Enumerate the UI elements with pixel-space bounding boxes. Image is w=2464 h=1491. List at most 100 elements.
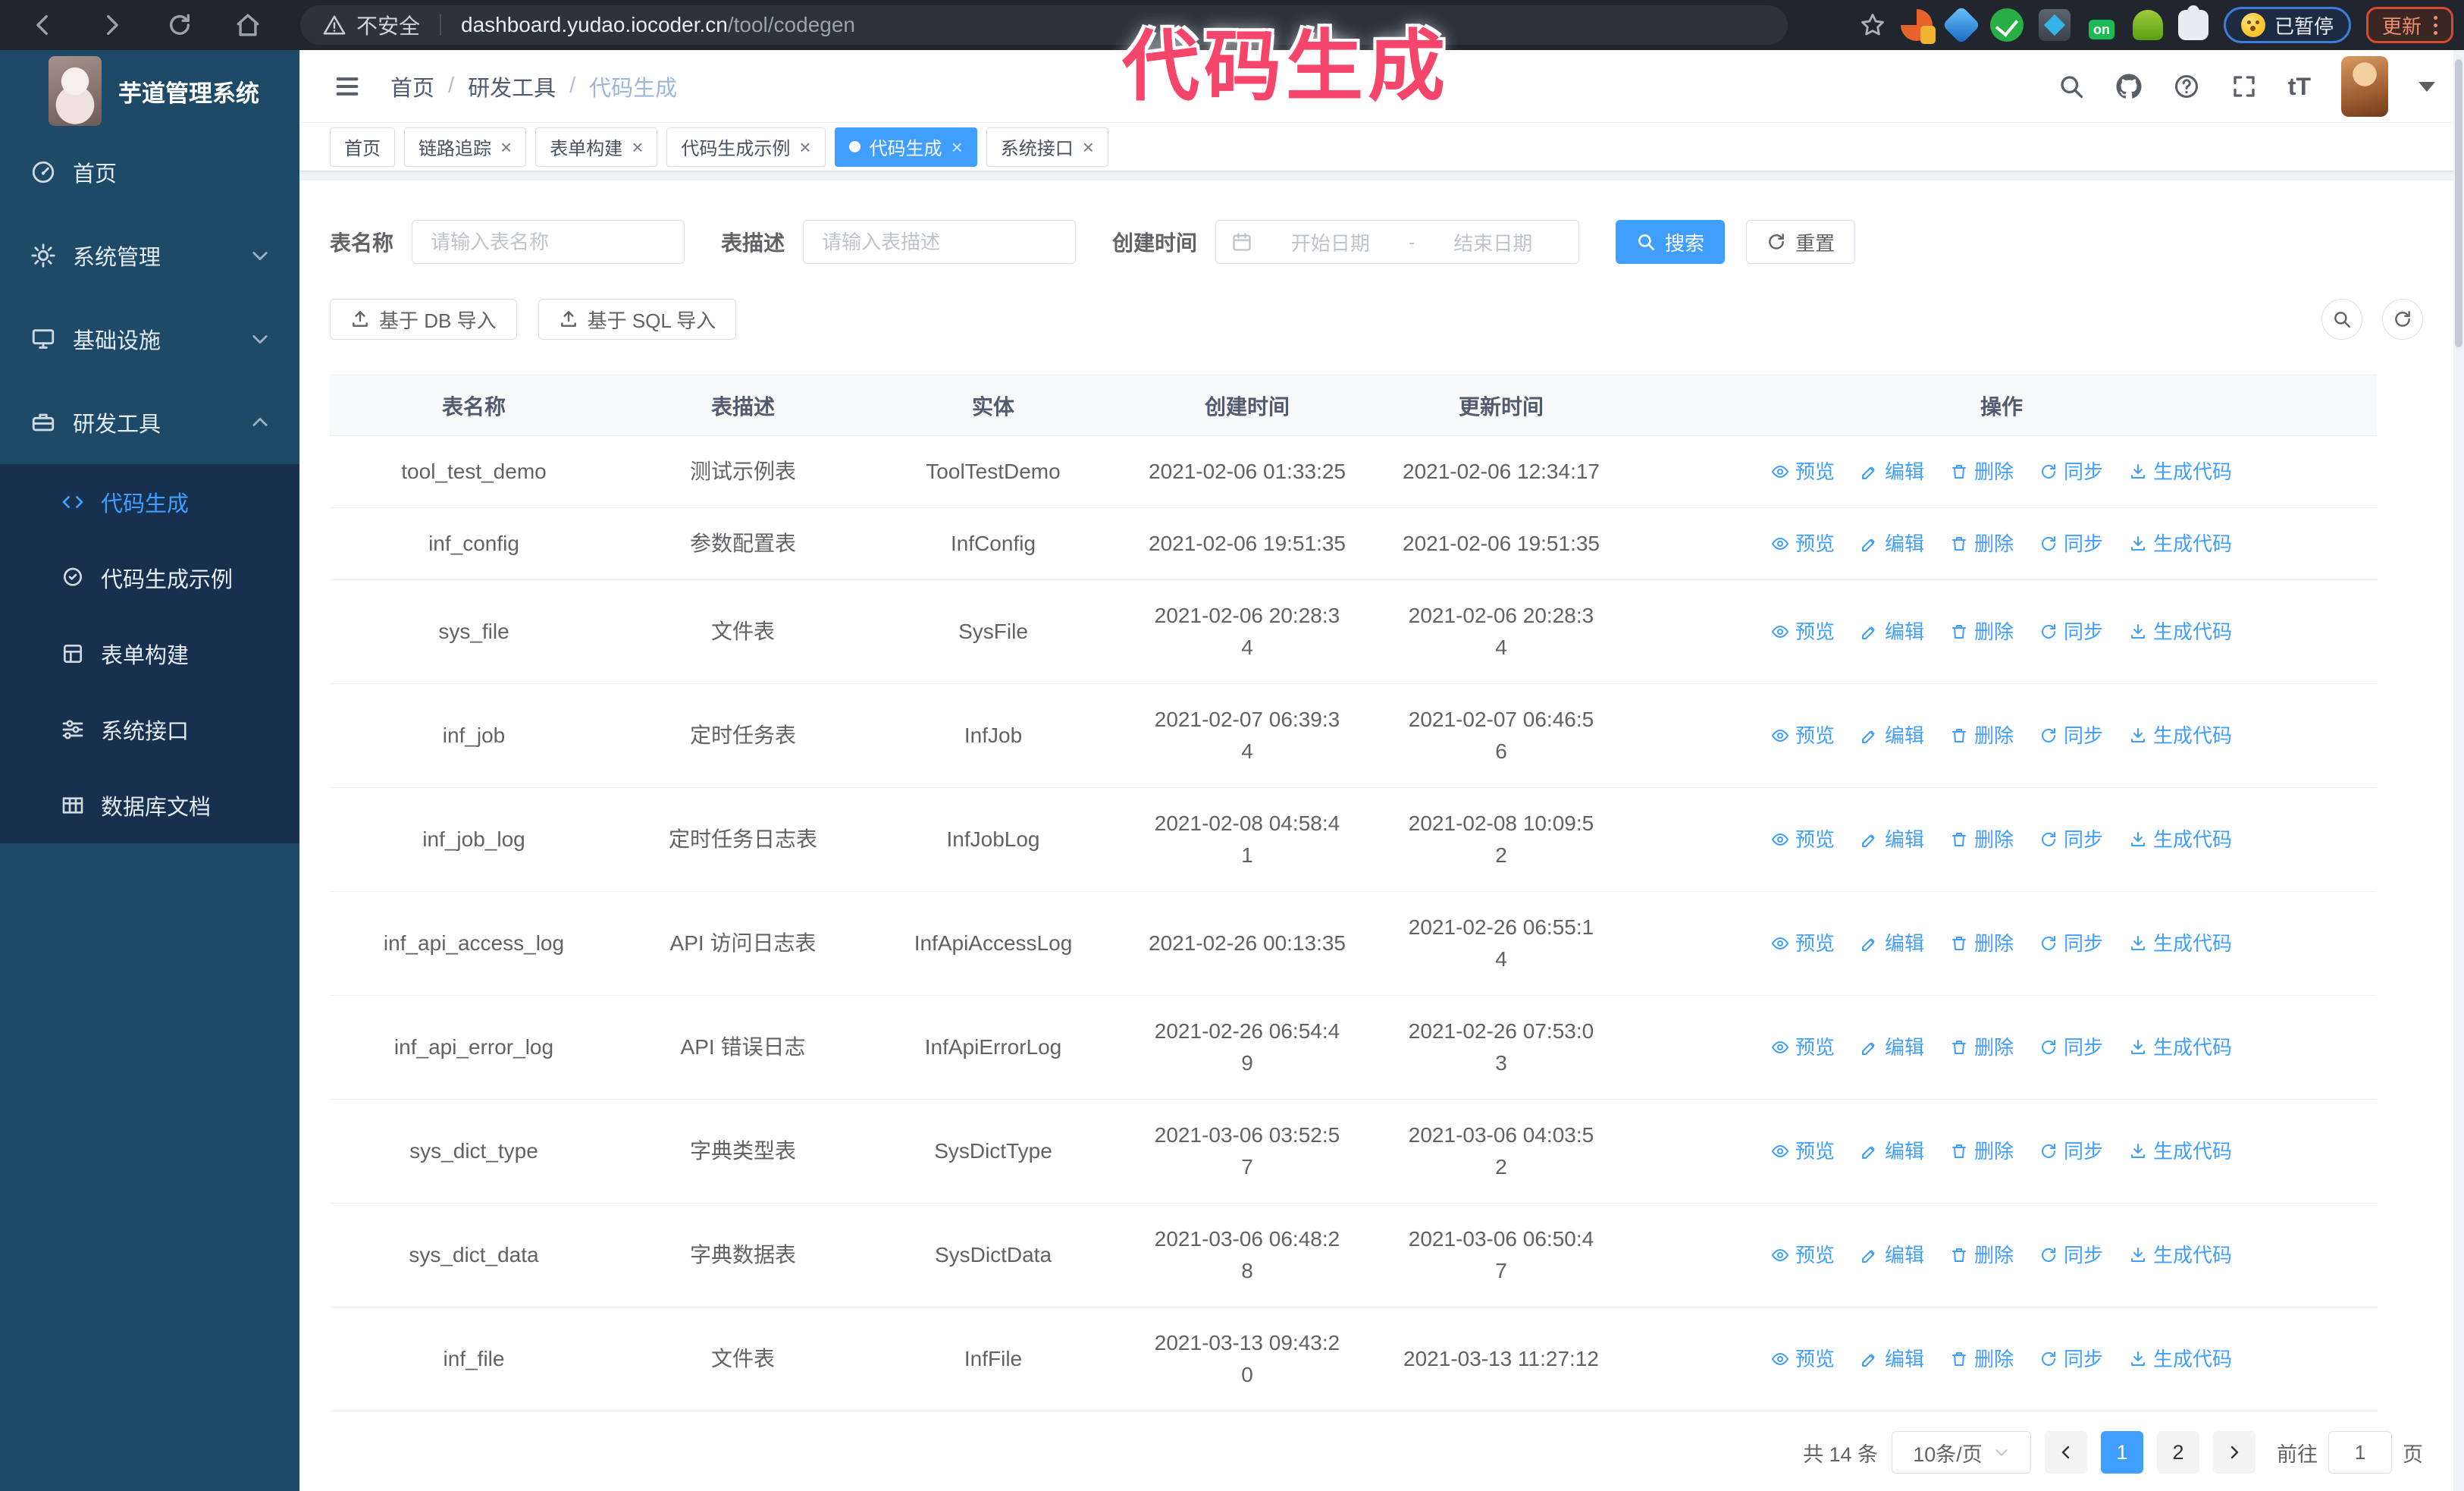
action-删除[interactable]: 删除 bbox=[1950, 929, 2014, 959]
extension-icon[interactable] bbox=[1900, 9, 1936, 44]
action-生成代码[interactable]: 生成代码 bbox=[2129, 825, 2232, 855]
font-size-icon[interactable]: tT bbox=[2288, 73, 2311, 101]
action-同步[interactable]: 同步 bbox=[2039, 1241, 2103, 1270]
tag-链路追踪[interactable]: 链路追踪 × bbox=[404, 127, 527, 167]
table-name-input[interactable] bbox=[412, 220, 685, 264]
page-size-select[interactable]: 10条/页 bbox=[1892, 1431, 2031, 1474]
close-icon[interactable]: × bbox=[500, 137, 512, 157]
action-同步[interactable]: 同步 bbox=[2039, 1345, 2103, 1374]
hamburger-icon[interactable] bbox=[333, 72, 362, 101]
scrollbar-thumb[interactable] bbox=[2455, 59, 2462, 347]
extension-icon[interactable] bbox=[2038, 9, 2071, 41]
github-icon[interactable] bbox=[2115, 73, 2143, 100]
action-预览[interactable]: 预览 bbox=[1771, 929, 1835, 959]
action-生成代码[interactable]: 生成代码 bbox=[2129, 1241, 2232, 1270]
reset-button[interactable]: 重置 bbox=[1746, 220, 1856, 264]
action-同步[interactable]: 同步 bbox=[2039, 457, 2103, 487]
action-生成代码[interactable]: 生成代码 bbox=[2129, 457, 2232, 487]
action-编辑[interactable]: 编辑 bbox=[1861, 457, 1924, 487]
action-预览[interactable]: 预览 bbox=[1771, 1033, 1835, 1063]
user-avatar[interactable] bbox=[2341, 56, 2388, 117]
action-编辑[interactable]: 编辑 bbox=[1861, 1033, 1924, 1063]
date-range-picker[interactable]: 开始日期 - 结束日期 bbox=[1215, 220, 1580, 264]
table-desc-input[interactable] bbox=[803, 220, 1077, 264]
breadcrumb-item[interactable]: 首页 bbox=[390, 71, 434, 102]
tag-表单构建[interactable]: 表单构建 × bbox=[535, 127, 658, 167]
action-删除[interactable]: 删除 bbox=[1950, 1033, 2014, 1063]
extension-icon[interactable] bbox=[2132, 10, 2163, 40]
action-生成代码[interactable]: 生成代码 bbox=[2129, 1033, 2232, 1063]
action-同步[interactable]: 同步 bbox=[2039, 825, 2103, 855]
sidebar-item-infra[interactable]: 基础设施 bbox=[0, 297, 299, 381]
update-button[interactable]: 更新 bbox=[2365, 7, 2453, 43]
close-icon[interactable]: × bbox=[1083, 137, 1094, 157]
action-删除[interactable]: 删除 bbox=[1950, 1241, 2014, 1270]
action-预览[interactable]: 预览 bbox=[1771, 457, 1835, 487]
action-预览[interactable]: 预览 bbox=[1771, 721, 1835, 751]
action-编辑[interactable]: 编辑 bbox=[1861, 529, 1924, 559]
action-删除[interactable]: 删除 bbox=[1950, 825, 2014, 855]
action-编辑[interactable]: 编辑 bbox=[1861, 1137, 1924, 1166]
next-page-button[interactable] bbox=[2213, 1431, 2256, 1474]
action-编辑[interactable]: 编辑 bbox=[1861, 825, 1924, 855]
goto-page-input[interactable] bbox=[2328, 1431, 2392, 1474]
action-预览[interactable]: 预览 bbox=[1771, 1137, 1835, 1166]
close-icon[interactable]: × bbox=[951, 137, 963, 157]
address-bar[interactable]: 不安全 dashboard.yudao.iocoder.cn/tool/code… bbox=[300, 5, 1788, 45]
sidebar-item-system-api[interactable]: 系统接口 bbox=[0, 692, 299, 767]
tag-代码生成示例[interactable]: 代码生成示例 × bbox=[666, 127, 826, 167]
action-删除[interactable]: 删除 bbox=[1950, 457, 2014, 487]
kebab-menu-icon[interactable] bbox=[2434, 15, 2437, 35]
action-编辑[interactable]: 编辑 bbox=[1861, 929, 1924, 959]
prev-page-button[interactable] bbox=[2045, 1431, 2087, 1474]
action-删除[interactable]: 删除 bbox=[1950, 529, 2014, 559]
action-同步[interactable]: 同步 bbox=[2039, 721, 2103, 751]
action-同步[interactable]: 同步 bbox=[2039, 529, 2103, 559]
refresh-table-button[interactable] bbox=[2382, 299, 2423, 340]
extension-icon[interactable] bbox=[2085, 9, 2118, 41]
start-date-placeholder[interactable]: 开始日期 bbox=[1260, 228, 1401, 256]
search-icon[interactable] bbox=[2058, 73, 2085, 100]
sidebar-item-home[interactable]: 首页 bbox=[0, 130, 299, 214]
sidebar-item-devtools[interactable]: 研发工具 bbox=[0, 381, 299, 464]
action-预览[interactable]: 预览 bbox=[1771, 1241, 1835, 1270]
sidebar-item-codegen[interactable]: 代码生成 bbox=[0, 464, 299, 540]
app-logo-row[interactable]: 芋道管理系统 bbox=[0, 50, 299, 130]
bookmark-star-icon[interactable] bbox=[1860, 12, 1886, 38]
back-icon[interactable] bbox=[30, 12, 56, 38]
caret-down-icon[interactable] bbox=[2419, 81, 2435, 92]
action-生成代码[interactable]: 生成代码 bbox=[2129, 929, 2232, 959]
tag-代码生成[interactable]: 代码生成 × bbox=[834, 127, 977, 167]
end-date-placeholder[interactable]: 结束日期 bbox=[1422, 228, 1563, 256]
action-生成代码[interactable]: 生成代码 bbox=[2129, 529, 2232, 559]
close-icon[interactable]: × bbox=[799, 137, 810, 157]
action-生成代码[interactable]: 生成代码 bbox=[2129, 617, 2232, 647]
action-生成代码[interactable]: 生成代码 bbox=[2129, 1137, 2232, 1166]
breadcrumb-item[interactable]: 研发工具 bbox=[468, 71, 556, 102]
import-db-button[interactable]: 基于 DB 导入 bbox=[330, 299, 517, 340]
fullscreen-icon[interactable] bbox=[2230, 73, 2258, 100]
sidebar-item-db-doc[interactable]: 数据库文档 bbox=[0, 767, 299, 843]
action-预览[interactable]: 预览 bbox=[1771, 529, 1835, 559]
import-sql-button[interactable]: 基于 SQL 导入 bbox=[538, 299, 737, 340]
action-生成代码[interactable]: 生成代码 bbox=[2129, 721, 2232, 751]
extension-icon[interactable] bbox=[1942, 5, 1981, 45]
sidebar-item-system[interactable]: 系统管理 bbox=[0, 214, 299, 297]
action-同步[interactable]: 同步 bbox=[2039, 617, 2103, 647]
page-button-1[interactable]: 1 bbox=[2101, 1431, 2143, 1474]
action-删除[interactable]: 删除 bbox=[1950, 617, 2014, 647]
action-同步[interactable]: 同步 bbox=[2039, 1033, 2103, 1063]
help-icon[interactable] bbox=[2173, 73, 2200, 100]
action-生成代码[interactable]: 生成代码 bbox=[2129, 1345, 2232, 1374]
action-删除[interactable]: 删除 bbox=[1950, 1137, 2014, 1166]
close-icon[interactable]: × bbox=[632, 137, 643, 157]
action-删除[interactable]: 删除 bbox=[1950, 721, 2014, 751]
action-预览[interactable]: 预览 bbox=[1771, 825, 1835, 855]
action-预览[interactable]: 预览 bbox=[1771, 617, 1835, 647]
tag-首页[interactable]: 首页 bbox=[330, 127, 395, 167]
action-编辑[interactable]: 编辑 bbox=[1861, 1345, 1924, 1374]
home-icon[interactable] bbox=[235, 12, 261, 38]
action-编辑[interactable]: 编辑 bbox=[1861, 617, 1924, 647]
toggle-search-button[interactable] bbox=[2321, 299, 2362, 340]
forward-icon[interactable] bbox=[99, 12, 124, 38]
